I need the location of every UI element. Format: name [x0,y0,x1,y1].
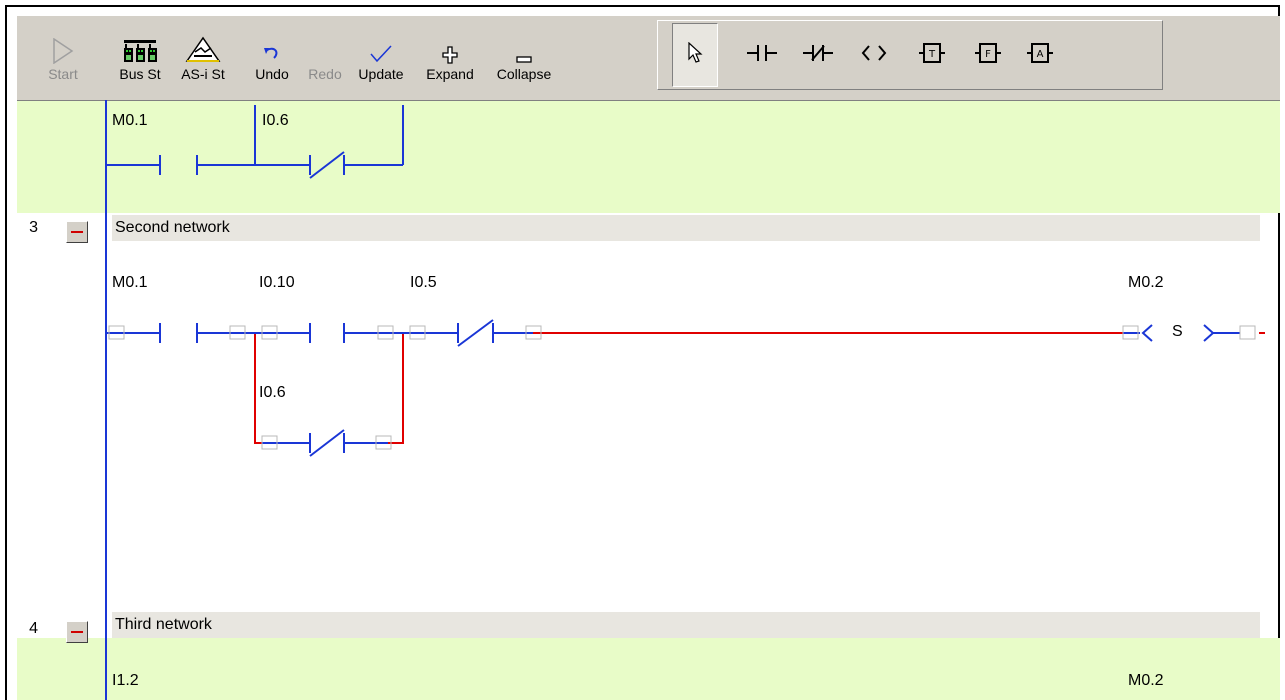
net4-contact-label: I1.2 [112,672,139,689]
net3-contact-1-label: M0.1 [112,274,148,291]
net2-contact-1-label: M0.1 [112,112,148,129]
network-2-wiring [107,105,404,179]
net3-contact-i0-5[interactable] [454,318,498,348]
net3-contact-4-label: I0.6 [259,384,286,401]
network-3-energized-wiring [254,332,1265,444]
left-power-rail [105,100,107,700]
net2-contact-2-label: I0.6 [262,112,289,129]
net3-coil-label: M0.2 [1128,274,1164,291]
net3-contact-2-label: I0.10 [259,274,295,291]
net3-coil-m0-2[interactable] [1140,320,1216,346]
net3-contact-m0-1[interactable] [155,320,202,346]
net3-contact-3-label: I0.5 [410,274,437,291]
net4-coil-label: M0.2 [1128,672,1164,689]
ladder-diagram [107,105,1265,457]
net3-contact-i0-6[interactable] [305,428,349,458]
net3-contact-i0-10[interactable] [305,320,349,346]
